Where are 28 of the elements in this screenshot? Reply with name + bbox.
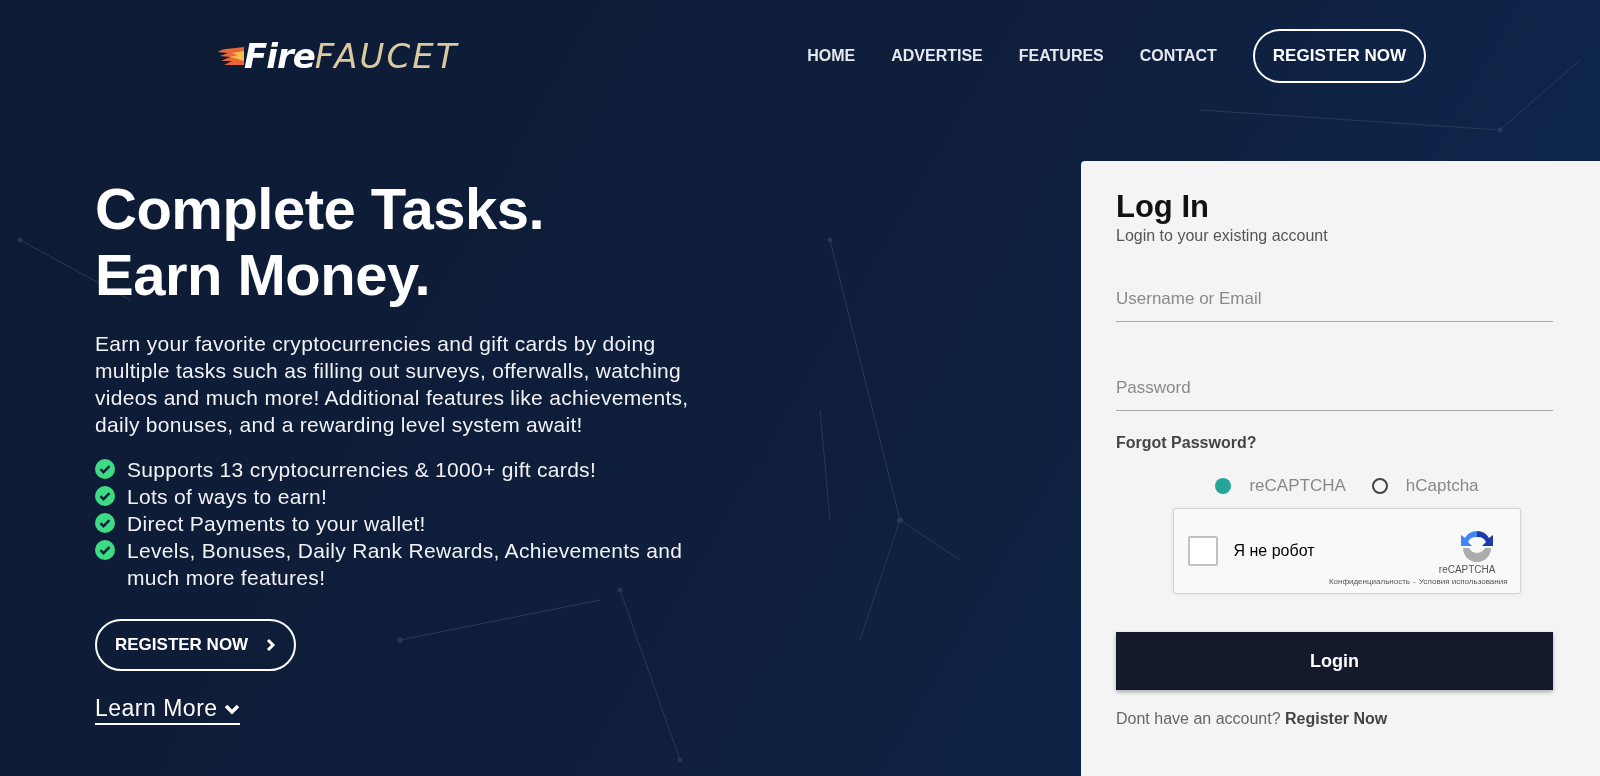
nav-link[interactable]: FEATURES	[1018, 47, 1104, 65]
password-field[interactable]: Password	[1116, 370, 1553, 411]
logo-text: Fire	[244, 36, 315, 76]
signup-prompt: Dont have an account?	[1116, 710, 1281, 727]
feature-text: Lots of ways to earn!	[127, 484, 328, 510]
register-button[interactable]: REGISTER NOW	[1252, 29, 1426, 83]
login-subtitle: Login to your existing account	[1116, 227, 1329, 245]
login-title: Log In	[1116, 189, 1210, 225]
nav-link[interactable]: ADVERTISE	[891, 47, 983, 65]
hero-description: Earn your favorite cryptocurrencies and gift cards by doing multiple tasks such as filling out surveys, offerwalls, watching videos and much more! Additional features like achievements, daily bonuses, and a rewarding level system await!	[95, 331, 690, 438]
register-now-button[interactable]: REGISTER NOW	[95, 619, 297, 671]
privacy-link[interactable]: Конфиденциальность	[1328, 577, 1411, 586]
terms-link[interactable]: Условия использования	[1418, 577, 1508, 586]
username-field[interactable]: Username or Email	[1116, 281, 1553, 322]
recaptcha-brand: reCAPTCHA	[1438, 564, 1496, 575]
feature-text: Levels, Bonuses, Daily Rank Rewards, Achievements and much more features!	[127, 538, 684, 591]
captcha-label: Я не робот	[1233, 542, 1315, 560]
register-link[interactable]: Register Now	[1285, 710, 1388, 727]
login-button[interactable]: Login	[1116, 632, 1553, 690]
hero-title: Complete Tasks. Earn Money.	[95, 176, 546, 308]
separator-text: -	[1413, 577, 1416, 586]
nav-link[interactable]: CONTACT	[1139, 47, 1217, 65]
nav-link[interactable]: HOME	[807, 47, 856, 65]
logo-text: FAUCET	[314, 36, 459, 76]
learn-more-link[interactable]: Learn More	[95, 695, 240, 725]
forgot-password-link[interactable]: Forgot Password?	[1116, 434, 1257, 452]
feature-text: Direct Payments to your wallet!	[127, 511, 426, 537]
feature-text: Supports 13 cryptocurrencies & 1000+ gift cards!	[127, 457, 597, 483]
